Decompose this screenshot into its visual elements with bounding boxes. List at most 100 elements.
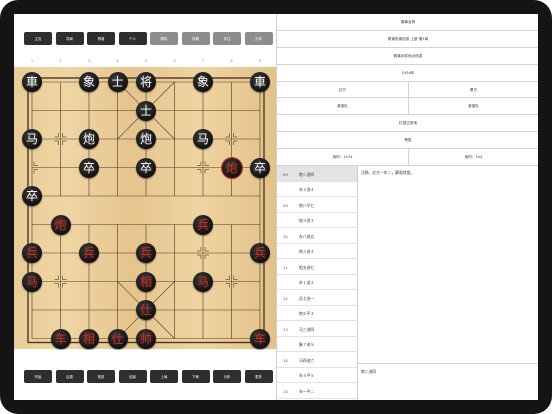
- opening-name: 红挺过宫炮: [277, 115, 538, 132]
- move-text: 相五进七: [299, 264, 315, 270]
- nav-button-0[interactable]: 开始: [24, 370, 52, 383]
- red-piece[interactable]: 兵: [79, 243, 99, 263]
- black-piece[interactable]: 象: [193, 72, 213, 92]
- toolbar-button-4[interactable]: 联机: [150, 32, 178, 45]
- move-number: 10: [283, 233, 288, 239]
- toolbar-button-1[interactable]: 导局: [55, 32, 84, 45]
- event-title: 赛事名称: [277, 14, 538, 31]
- black-piece[interactable]: 炮: [136, 129, 156, 149]
- move-number: 15: [283, 388, 288, 394]
- event-source: 棋谱来源信息 上册 第1局: [277, 31, 538, 48]
- move-number: 11: [283, 264, 288, 270]
- red-piece[interactable]: 帅: [136, 328, 156, 349]
- move-number: 12: [283, 295, 288, 301]
- event-date: 1954年: [277, 65, 538, 82]
- red-piece[interactable]: 相: [136, 271, 156, 292]
- red-team: 某某队: [337, 104, 348, 108]
- board-panel: 主页 导局 棋谱 个人 联机 设置 评注 分享 123456789 車象士将象車士马炮炮马卒卒…: [14, 14, 276, 400]
- red-piece[interactable]: 炮: [50, 214, 71, 235]
- nav-button-3[interactable]: 结束: [118, 370, 147, 383]
- move-row[interactable]: 车４平５: [277, 368, 357, 383]
- toolbar-button-7[interactable]: 分享: [244, 32, 273, 45]
- move-text: 车八进五: [299, 233, 315, 239]
- nav-button-2[interactable]: 前进: [87, 370, 115, 383]
- black-piece[interactable]: 士: [107, 72, 128, 92]
- move-text: 象７进５: [299, 342, 315, 347]
- black-piece[interactable]: 卒: [79, 157, 99, 178]
- black-piece[interactable]: 象: [79, 72, 99, 92]
- event-venue: 赛事对弈地点信息: [277, 48, 538, 65]
- black-piece[interactable]: 卒: [136, 157, 156, 178]
- move-number: 09: [283, 202, 288, 208]
- black-piece[interactable]: 車: [250, 72, 270, 92]
- file-label: 3: [87, 59, 91, 63]
- toolbar-button-0[interactable]: 主页: [24, 32, 52, 45]
- red-piece[interactable]: 兵: [22, 243, 42, 263]
- move-row[interactable]: 炮３进３: [277, 213, 357, 228]
- move-text: 炮二进四: [299, 171, 315, 177]
- nav-button-6[interactable]: 分析: [213, 370, 241, 383]
- move-row[interactable]: 14 马四进六: [277, 352, 357, 368]
- move-row[interactable]: 09 炮八平七: [277, 197, 357, 213]
- divider: [408, 82, 409, 115]
- chess-board[interactable]: 車象士将象車士马炮炮马卒卒炮卒卒炮兵兵兵兵兵马相马仕车相仕帅车: [14, 67, 276, 349]
- black-piece[interactable]: 炮: [79, 129, 99, 149]
- black-piece[interactable]: 将: [136, 72, 156, 92]
- move-row[interactable]: 09 炮二进四: [277, 166, 357, 182]
- move-comment[interactable]: 注释。红方一车二，静观其变。: [358, 166, 538, 363]
- move-row[interactable]: 卒１进２: [277, 275, 357, 290]
- red-piece[interactable]: 马: [193, 271, 213, 292]
- move-row[interactable]: 车２进４: [277, 182, 357, 197]
- red-piece[interactable]: 马: [22, 271, 42, 292]
- red-piece[interactable]: 兵: [136, 243, 156, 263]
- game-result: 黑胜: [277, 132, 538, 149]
- red-piece[interactable]: 仕: [107, 328, 128, 349]
- file-label: 7: [201, 59, 205, 63]
- move-number: 13: [283, 326, 288, 332]
- toolbar-button-2[interactable]: 棋谱: [87, 32, 115, 45]
- file-label: 4: [116, 59, 119, 63]
- move-row[interactable]: 15 车一平二: [277, 383, 357, 399]
- black-piece[interactable]: 马: [193, 129, 213, 149]
- toolbar-button-6[interactable]: 评注: [213, 32, 241, 45]
- file-label: 2: [59, 59, 62, 63]
- divider: [408, 149, 409, 166]
- top-toolbar: 主页 导局 棋谱 个人 联机 设置 评注 分享: [14, 14, 276, 64]
- move-text: 车２进４: [299, 187, 315, 192]
- nav-button-1[interactable]: 后退: [55, 370, 84, 383]
- black-piece[interactable]: 士: [136, 100, 156, 121]
- red-piece[interactable]: 相: [79, 328, 99, 349]
- black-piece[interactable]: 車: [22, 72, 42, 92]
- red-piece[interactable]: 仕: [136, 300, 156, 320]
- move-row[interactable]: 12 兵七进一: [277, 290, 357, 306]
- black-time: 用时：1h3: [464, 155, 483, 159]
- toolbar-button-3[interactable]: 个人: [118, 32, 147, 45]
- red-piece[interactable]: 兵: [193, 214, 213, 235]
- file-label: 5: [144, 59, 148, 63]
- nav-button-4[interactable]: 上局: [150, 370, 178, 383]
- red-piece[interactable]: 车: [50, 328, 71, 349]
- move-row[interactable]: 炮３进４: [277, 244, 357, 259]
- black-piece[interactable]: 卒: [250, 157, 270, 178]
- move-row[interactable]: 炮６平３: [277, 306, 357, 321]
- red-piece[interactable]: 兵: [250, 243, 270, 263]
- red-player-label: 红方: [338, 87, 347, 92]
- file-label: 9: [258, 59, 262, 63]
- move-row[interactable]: 象７进５: [277, 337, 357, 352]
- black-piece[interactable]: 卒: [22, 186, 42, 206]
- nav-button-5[interactable]: 下局: [181, 370, 210, 383]
- nav-button-7[interactable]: 更多: [244, 370, 273, 383]
- black-team: 某某队: [468, 104, 479, 108]
- move-row[interactable]: 10 车八进五: [277, 228, 357, 244]
- move-list[interactable]: 09 炮二进四 车２进４ 09 炮八平七 炮３进３ 10 车八进五 炮３进４ 11 相五进七 卒１进２…: [277, 166, 358, 400]
- move-row[interactable]: 13 马三进四: [277, 321, 357, 337]
- bottom-toolbar: 开始 后退 前进 结束 上局 下局 分析 更多: [14, 350, 276, 400]
- toolbar-button-5[interactable]: 设置: [181, 32, 210, 45]
- move-row[interactable]: 11 相五进七: [277, 259, 357, 275]
- red-piece[interactable]: 炮: [221, 157, 242, 178]
- black-piece[interactable]: 马: [22, 129, 42, 149]
- red-piece[interactable]: 车: [250, 328, 270, 349]
- current-move-note: 炮二进四: [358, 363, 538, 400]
- move-text: 兵七进一: [299, 295, 315, 301]
- move-text: 炮３进４: [299, 249, 315, 254]
